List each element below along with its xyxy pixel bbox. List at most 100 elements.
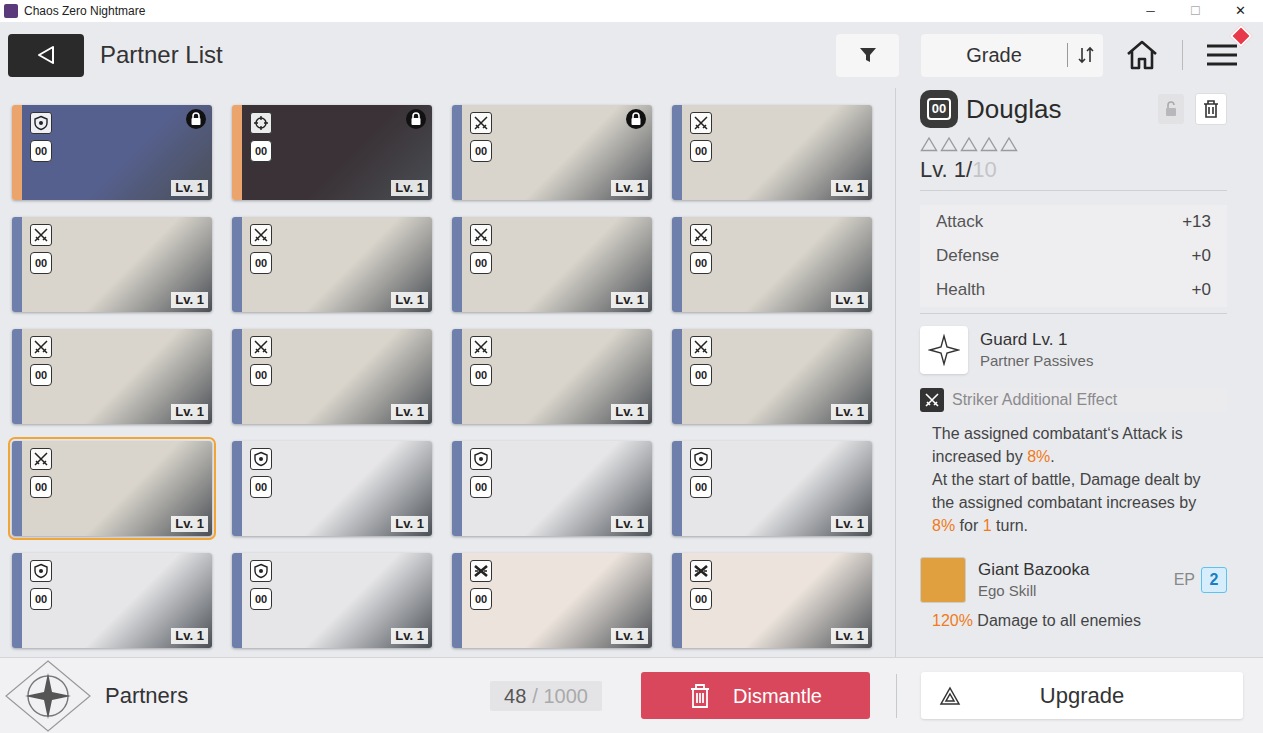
partner-card[interactable]: 00Lv. 1 [12, 553, 212, 648]
partner-grid-panel: 00 Lv. 1 00 Lv. 1 00 Lv. 1 00 Lv. 1 00 Lv. 1 00 Lv.… [0, 88, 896, 657]
shield-icon [33, 563, 49, 579]
back-arrow-icon [35, 44, 57, 66]
close-button[interactable]: ✕ [1218, 0, 1263, 22]
grade-triangle-icon [980, 136, 998, 152]
card-frame [452, 441, 462, 536]
partner-card[interactable]: 00 Lv. 1 [232, 105, 432, 200]
grade-badge: 00 [250, 588, 272, 610]
card-frame [672, 441, 682, 536]
card-frame [12, 105, 22, 200]
description-text: 8% [1027, 448, 1050, 465]
role-badge [470, 560, 492, 582]
effect-label: Striker Additional Effect [952, 388, 1117, 412]
role-badge [30, 224, 52, 246]
swords-icon [924, 392, 940, 408]
partner-grid: 00 Lv. 1 00 Lv. 1 00 Lv. 1 00 Lv. 1 00 Lv. 1 00 Lv.… [12, 105, 895, 648]
header: Partner List Grade [0, 22, 1263, 88]
lock-badge [626, 109, 646, 129]
level-label: Lv. 1 [391, 292, 428, 308]
grade-badge: 00 [470, 140, 492, 162]
grade-triangle-icon [960, 136, 978, 152]
partner-card[interactable]: 00Lv. 1 [232, 441, 432, 536]
level-label: Lv. 1 [391, 180, 428, 196]
partner-card[interactable]: 00 Lv. 1 [232, 217, 432, 312]
upgrade-button[interactable]: Upgrade [921, 672, 1243, 719]
partner-card[interactable]: 00Lv. 1 [232, 553, 432, 648]
role-badge [30, 560, 52, 582]
level-label: Lv. 1 [831, 404, 868, 420]
swords-icon [693, 227, 709, 243]
card-frame [232, 441, 242, 536]
sort-control[interactable]: Grade [921, 34, 1103, 77]
partner-card[interactable]: 00Lv. 1 [672, 217, 872, 312]
description-text: for [955, 517, 983, 534]
lock-button[interactable] [1158, 94, 1184, 124]
grade-badge: 00 [470, 476, 492, 498]
partner-card[interactable]: 00Lv. 1 [452, 217, 652, 312]
striker-icon [920, 388, 944, 412]
partner-card[interactable]: 00 Lv. 1 [12, 441, 212, 536]
target-icon [253, 115, 269, 131]
grade-triangle-icon [1000, 136, 1018, 152]
partner-card[interactable]: 00Lv. 1 [12, 217, 212, 312]
minimize-button[interactable]: ─ [1128, 0, 1173, 22]
stat-label: Defense [936, 243, 999, 269]
role-badge [690, 224, 712, 246]
partner-card[interactable]: 00Lv. 1 [452, 105, 652, 200]
grade-badge: 00 [250, 476, 272, 498]
role-badge [690, 112, 712, 134]
delete-button[interactable] [1195, 93, 1227, 125]
max-level-text: 10 [972, 156, 996, 184]
grade-triangle-icon [940, 136, 958, 152]
menu-button[interactable] [1205, 38, 1239, 72]
menu-icon [1206, 42, 1238, 68]
filter-button[interactable] [836, 34, 899, 77]
app-icon [4, 4, 18, 18]
maximize-button[interactable]: ☐ [1173, 0, 1218, 22]
shield-icon [693, 451, 709, 467]
title-bar: Chaos Zero Nightmare ─ ☐ ✕ [0, 0, 1263, 22]
swords-icon [253, 339, 269, 355]
description-text: 8% [932, 517, 955, 534]
partner-card[interactable]: 00Lv. 1 [452, 329, 652, 424]
lock-icon [630, 112, 642, 126]
description-paragraph: At the start of battle, Damage dealt by … [932, 468, 1215, 537]
grade-badge: 00 [250, 140, 272, 162]
shield-icon [253, 563, 269, 579]
level-label: Lv. 1 [611, 516, 648, 532]
grade-badge: 00 [30, 476, 52, 498]
partner-card[interactable]: 00Lv. 1 [12, 105, 212, 200]
role-badge [690, 560, 712, 582]
card-frame [232, 217, 242, 312]
dismantle-button[interactable]: Dismantle [641, 672, 870, 719]
card-frame [232, 329, 242, 424]
partner-card[interactable]: 00Lv. 1 [12, 329, 212, 424]
partner-card[interactable]: 00Lv. 1 [672, 329, 872, 424]
back-button[interactable] [8, 34, 84, 77]
partner-card[interactable]: 00Lv. 1 [672, 441, 872, 536]
grade-badge: 00 [470, 588, 492, 610]
grade-badge: 00 [250, 252, 272, 274]
level-label: Lv. 1 [171, 516, 208, 532]
passive-name: Guard Lv. 1 [980, 329, 1093, 351]
level-label: Lv. 1 [831, 292, 868, 308]
card-frame [452, 553, 462, 648]
grade-badge: 00 [470, 364, 492, 386]
partner-card[interactable]: 00Lv. 1 [452, 553, 652, 648]
swords-icon [473, 115, 489, 131]
grade-badge: 00 [30, 364, 52, 386]
dismantle-label: Dismantle [733, 681, 822, 711]
lock-badge [186, 109, 206, 129]
partner-card[interactable]: 00Lv. 1 [672, 105, 872, 200]
level-label: Lv. 1 [171, 180, 208, 196]
partner-card[interactable]: 00 Lv. 1 [452, 441, 652, 536]
shield-icon [253, 451, 269, 467]
partner-card[interactable]: 00Lv. 1 [672, 553, 872, 648]
home-button[interactable] [1123, 36, 1161, 74]
compass-icon [4, 659, 92, 733]
ep-value: 2 [1201, 567, 1227, 593]
swords-icon [33, 227, 49, 243]
guns-icon [693, 563, 709, 579]
role-badge [250, 448, 272, 470]
partner-card[interactable]: 00Lv. 1 [232, 329, 432, 424]
